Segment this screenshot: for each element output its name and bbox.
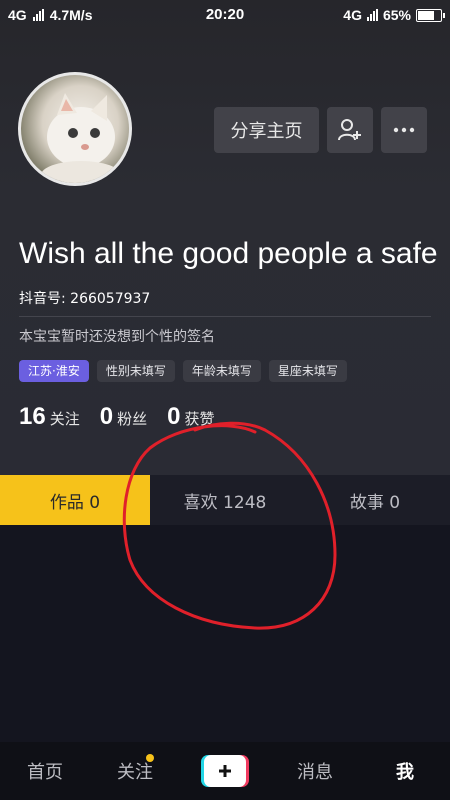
nav-messages[interactable]: 消息 xyxy=(270,758,360,784)
following-label: 关注 xyxy=(49,410,80,428)
nav-following[interactable]: 关注 xyxy=(90,754,180,784)
stat-followers[interactable]: 0 粉丝 xyxy=(100,403,147,431)
profile-stats: 16 关注 0 粉丝 0 获赞 xyxy=(19,403,234,431)
nav-me[interactable]: 我 xyxy=(360,758,450,784)
share-profile-button[interactable]: 分享主页 xyxy=(214,107,319,153)
network-type-right: 4G xyxy=(343,7,362,23)
nav-following-label: 关注 xyxy=(117,762,153,783)
signal-icon-right xyxy=(366,9,378,21)
likes-label: 获赞 xyxy=(184,410,215,428)
stat-following[interactable]: 16 关注 xyxy=(19,403,80,431)
profile-tags: 江苏·淮安 性别未填写 年龄未填写 星座未填写 xyxy=(19,360,347,382)
divider xyxy=(19,316,431,317)
profile-tabs: 作品 0 喜欢 1248 故事 0 xyxy=(0,475,450,525)
more-options-button[interactable] xyxy=(381,107,427,153)
tab-works[interactable]: 作品 0 xyxy=(0,475,150,525)
add-friend-button[interactable] xyxy=(327,107,373,153)
status-right: 4G 65% xyxy=(343,7,445,23)
more-dots-icon xyxy=(393,127,415,133)
tag-age[interactable]: 年龄未填写 xyxy=(182,360,261,382)
tab-likes[interactable]: 喜欢 1248 xyxy=(150,475,300,525)
battery-icon xyxy=(416,8,445,22)
likes-count: 0 xyxy=(167,403,181,430)
tab-stories[interactable]: 故事 0 xyxy=(300,475,450,525)
status-bar: 4G 4.7M/s 20:20 4G 65% xyxy=(0,0,450,32)
nav-home[interactable]: 首页 xyxy=(0,758,90,784)
nav-create[interactable] xyxy=(180,755,270,787)
add-user-icon xyxy=(338,119,361,141)
notification-dot xyxy=(146,754,154,762)
tag-gender[interactable]: 性别未填写 xyxy=(96,360,175,382)
douyin-id: 抖音号: 266057937 xyxy=(19,291,151,307)
plus-icon xyxy=(219,765,231,777)
cat-avatar-image xyxy=(41,93,121,183)
bottom-navigation: 首页 关注 消息 我 xyxy=(0,742,450,800)
tag-zodiac[interactable]: 星座未填写 xyxy=(268,360,347,382)
battery-percent: 65% xyxy=(382,7,411,23)
followers-count: 0 xyxy=(99,403,114,430)
profile-signature[interactable]: 本宝宝暂时还没想到个性的签名 xyxy=(19,326,215,346)
avatar[interactable] xyxy=(18,72,132,186)
followers-label: 粉丝 xyxy=(117,410,148,428)
profile-nickname: Wish all the good people a safe xyxy=(19,237,438,270)
create-plus-button[interactable] xyxy=(204,755,246,787)
tag-location[interactable]: 江苏·淮安 xyxy=(19,360,89,382)
stat-likes[interactable]: 0 获赞 xyxy=(167,403,214,431)
following-count: 16 xyxy=(19,403,46,430)
